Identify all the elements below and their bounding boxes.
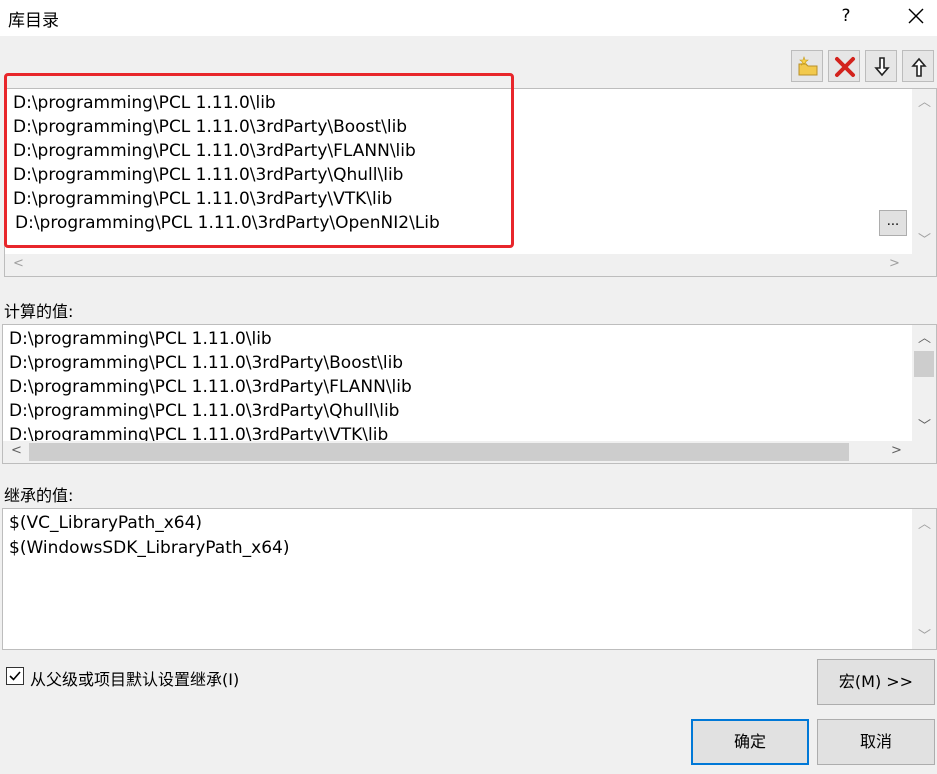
vertical-scrollbar[interactable]: ︿ ﹀: [912, 89, 936, 254]
cancel-button[interactable]: 取消: [817, 719, 935, 765]
computed-values-list: D:\programming\PCL 1.11.0\lib D:\program…: [2, 324, 937, 464]
list-item: D:\programming\PCL 1.11.0\lib: [9, 329, 272, 349]
horizontal-scrollbar[interactable]: < >: [5, 254, 936, 276]
browse-button[interactable]: ...: [879, 210, 907, 236]
scroll-down-icon[interactable]: ﹀: [918, 625, 931, 644]
inherited-values-list: $(VC_LibraryPath_x64) $(WindowsSDK_Libra…: [2, 508, 937, 650]
inherit-checkbox[interactable]: [6, 667, 24, 685]
macro-button[interactable]: 宏(M) >>: [817, 659, 935, 705]
scroll-down-icon[interactable]: ﹀: [918, 415, 931, 434]
scroll-right-icon[interactable]: >: [891, 443, 902, 458]
checkmark-icon: [9, 671, 21, 681]
close-icon: [908, 8, 924, 24]
scroll-up-icon[interactable]: ︿: [918, 91, 931, 110]
scroll-right-icon[interactable]: >: [889, 256, 900, 271]
highlight-annotation: [4, 73, 514, 248]
scroll-left-icon[interactable]: <: [13, 256, 24, 271]
list-item: $(VC_LibraryPath_x64): [9, 513, 203, 533]
vertical-scrollbar[interactable]: ︿ ﹀: [912, 509, 936, 649]
new-folder-icon: [798, 56, 818, 76]
scroll-down-icon[interactable]: ﹀: [918, 229, 931, 248]
title-bar: 库目录 ?: [0, 0, 937, 36]
ok-button[interactable]: 确定: [691, 719, 809, 765]
inherited-values-label: 继承的值:: [4, 486, 74, 505]
inherit-checkbox-label[interactable]: 从父级或项目默认设置继承(I): [30, 666, 239, 690]
move-up-button[interactable]: [902, 50, 934, 82]
help-button[interactable]: ?: [832, 2, 860, 30]
delete-line-button[interactable]: [828, 50, 860, 82]
move-down-button[interactable]: [865, 50, 897, 82]
delete-icon: [835, 57, 855, 77]
move-up-icon: [911, 57, 927, 77]
list-item: D:\programming\PCL 1.11.0\3rdParty\Boost…: [9, 353, 404, 373]
close-button[interactable]: [900, 2, 932, 30]
list-item: D:\programming\PCL 1.11.0\3rdParty\FLANN…: [9, 377, 412, 397]
scroll-thumb[interactable]: [29, 443, 849, 461]
scroll-left-icon[interactable]: <: [11, 443, 22, 458]
window-title: 库目录: [8, 11, 59, 31]
horizontal-scrollbar[interactable]: < >: [3, 441, 936, 463]
scroll-thumb[interactable]: [914, 351, 934, 377]
computed-values-label: 计算的值:: [4, 302, 74, 321]
list-item: D:\programming\PCL 1.11.0\3rdParty\Qhull…: [9, 401, 400, 421]
scroll-up-icon[interactable]: ︿: [918, 327, 931, 346]
list-item: $(WindowsSDK_LibraryPath_x64): [9, 538, 290, 558]
scroll-up-icon[interactable]: ︿: [918, 513, 931, 532]
vertical-scrollbar[interactable]: ︿ ﹀: [912, 325, 936, 441]
move-down-icon: [874, 57, 890, 77]
new-line-button[interactable]: [791, 50, 823, 82]
